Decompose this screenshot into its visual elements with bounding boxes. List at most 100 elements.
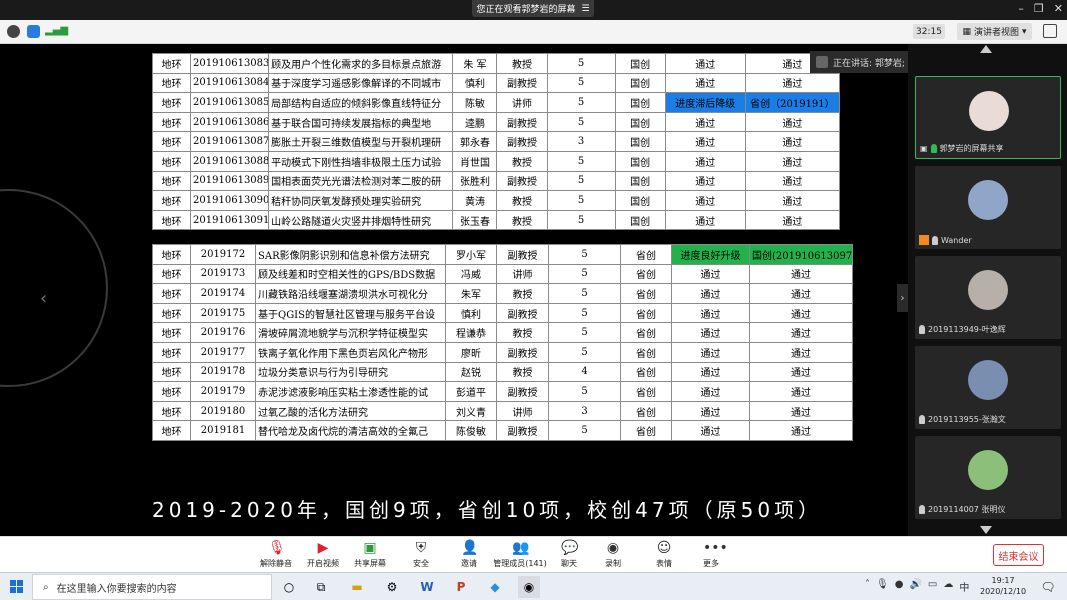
chevron-left-icon[interactable]: ‹	[40, 288, 47, 309]
restore-icon[interactable]: ❐	[1034, 2, 1044, 15]
task-view-icon[interactable]: ⧉	[310, 576, 332, 598]
table-cell: 2019175	[190, 302, 256, 324]
participant-name: 郭梦岩的屏幕共享	[939, 144, 1004, 153]
scroll-down-icon[interactable]	[980, 526, 992, 534]
shield-icon: ⛨	[415, 540, 427, 556]
scroll-up-icon[interactable]	[980, 45, 992, 53]
table-cell: 地环	[152, 302, 191, 324]
table-cell: 国相表面荧光光谱法检测对苯二胺的研	[268, 170, 454, 192]
invite-button[interactable]: 👤 邀请	[447, 540, 491, 569]
project-table-provincial: 地环 2019172 SAR影像阴影识别和信息补偿方法研究 罗小军 副教授 5 省创 进度良好…	[152, 244, 853, 441]
mic-muted-icon	[919, 325, 925, 334]
table-cell: 国创	[614, 209, 666, 231]
mic-muted-icon: 🎙	[268, 540, 286, 556]
ime-indicator[interactable]: 中	[959, 579, 969, 594]
chevron-up-icon[interactable]: ˄	[865, 579, 870, 594]
participant-tile[interactable]: 2019114007 张明仪	[915, 436, 1061, 519]
table-row: 地环 2019175 基于QGIS的智慧社区管理与服务平台设 慎利 副教授 5 省创 通过 通过	[152, 302, 853, 324]
word-icon[interactable]: W	[416, 576, 438, 598]
manage-participants-button[interactable]: 👥 管理成员(141)	[490, 540, 550, 569]
table-cell: 垃圾分类意识与行为引导研究	[255, 361, 446, 383]
table-cell: 铁离子氧化作用下黑色页岩风化产物形	[255, 341, 446, 363]
app-tray-icon[interactable]: ●	[895, 579, 904, 594]
table-cell: 地环	[152, 361, 191, 383]
table-cell: 201910613083	[190, 53, 270, 74]
info-icon[interactable]	[7, 25, 20, 38]
mic-icon[interactable]: 🎙	[876, 579, 889, 594]
table-row: 地环 201910613088 平动模式下刚性挡墙非极限土压力试验 肖世国 教授 5 国创通…	[151, 150, 841, 172]
table-cell: 张胜利	[452, 170, 498, 192]
share-screen-button[interactable]: ▣ 共享屏幕	[348, 540, 392, 569]
table-cell: 5	[548, 263, 621, 285]
table-cell: 彭道平	[445, 381, 497, 402]
file-explorer-icon[interactable]: ▬	[346, 576, 368, 598]
table-cell: 赵锐	[445, 361, 497, 383]
mute-button[interactable]: 🎙 解除静音	[254, 540, 298, 569]
notification-icon[interactable]: 🗨	[1037, 576, 1059, 598]
participant-tile[interactable]: 2019113955-张瀚文	[915, 346, 1061, 429]
chevron-right-icon[interactable]: ›	[897, 284, 908, 312]
taskbar-search[interactable]: ⌕ 在这里输入你要搜索的内容	[32, 574, 272, 600]
chat-button[interactable]: 💬 聊天	[547, 540, 591, 569]
table-cell: 黄涛	[452, 190, 498, 211]
volume-icon[interactable]: 🔊	[909, 579, 921, 594]
table-cell: 地环	[152, 381, 191, 402]
active-app-icon[interactable]: ◉	[518, 576, 540, 598]
security-button[interactable]: ⛨ 安全	[399, 540, 443, 569]
screen-share-banner[interactable]: 您正在观看郭梦岩的屏幕 ☰	[472, 0, 594, 17]
signal-icon[interactable]: ▂▄▆	[45, 25, 68, 38]
powerpoint-icon[interactable]: P	[450, 576, 472, 598]
close-icon[interactable]: ✕	[1054, 2, 1063, 15]
menu-icon: ☰	[581, 3, 590, 14]
participant-tile[interactable]: 2019113949-叶逸辉	[915, 256, 1061, 339]
table-cell: 2019180	[190, 400, 256, 422]
invite-icon: 👤	[461, 540, 479, 556]
table-cell: 逵鹏	[452, 111, 498, 133]
table-row: 地环 2019177 铁离子氧化作用下黑色页岩风化产物形 廖昕 副教授 5 省创 通过 通过	[152, 341, 853, 363]
video-button[interactable]: ▶ 开启视频	[301, 540, 345, 569]
table-row: 地环 201910613089 国相表面荧光光谱法检测对苯二胺的研 张胜利 副教授 5 国创…	[151, 170, 841, 192]
table-cell: 201910613087	[190, 131, 270, 152]
network-icon[interactable]: ☁	[943, 579, 953, 594]
participant-tile[interactable]: Wander	[915, 166, 1061, 249]
table-cell: 秸秆协同厌氧发酵预处理实验研究	[268, 190, 454, 211]
table-cell: 国创	[614, 150, 666, 172]
share-screen-icon: ▣	[363, 540, 377, 556]
grid-icon: ▦	[962, 26, 971, 37]
table-cell: 国创	[614, 53, 666, 74]
table-cell: 滑坡碎屑流地貌学与沉积学特征模型实	[255, 322, 446, 343]
table-cell: 4	[548, 361, 621, 383]
user-icon	[919, 235, 929, 245]
table-cell: 地环	[152, 244, 191, 265]
taskbar-clock[interactable]: 19:17 2020/12/10	[980, 575, 1026, 597]
settings-icon[interactable]: ⚙	[381, 576, 403, 598]
participant-tile[interactable]: ▣ 郭梦岩的屏幕共享	[915, 76, 1061, 159]
more-button[interactable]: ••• 更多	[689, 540, 733, 569]
table-cell: 5	[546, 92, 616, 113]
end-meeting-button[interactable]: 结束会议	[993, 544, 1044, 566]
table-cell: 201910613090	[190, 190, 270, 211]
table-cell: 教授	[496, 53, 548, 74]
table-cell: 基于QGIS的智慧社区管理与服务平台设	[255, 302, 446, 324]
table-cell: 教授	[496, 283, 549, 304]
table-cell: 省创	[620, 263, 672, 285]
cortana-icon[interactable]: ○	[278, 576, 300, 598]
emoji-button[interactable]: ☺ 表情	[642, 540, 686, 569]
view-mode-button[interactable]: ▦ 演讲者视图 ▾	[957, 23, 1032, 40]
record-button[interactable]: ◉ 录制	[591, 540, 635, 569]
shield-check-icon[interactable]	[27, 25, 40, 38]
windows-start-icon[interactable]	[10, 580, 23, 593]
battery-icon[interactable]: ▭	[928, 579, 937, 594]
window-titlebar: 您正在观看郭梦岩的屏幕 ☰ – ❐ ✕	[0, 0, 1067, 20]
table-cell: 冯威	[445, 263, 497, 285]
fullscreen-icon[interactable]	[1043, 24, 1057, 38]
table-cell: 通过	[664, 170, 746, 192]
search-placeholder: 在这里输入你要搜索的内容	[56, 583, 177, 595]
table-cell: 省创（2019191）	[744, 92, 841, 113]
meeting-app-icon[interactable]: ◆	[484, 576, 506, 598]
table-cell: 国创	[614, 111, 666, 133]
table-cell: 山岭公路隧道火灾竖井排烟特性研究	[268, 209, 454, 231]
table-cell: 地环	[151, 92, 192, 113]
minimize-icon[interactable]: –	[1018, 2, 1024, 15]
table-cell: 2019177	[190, 341, 256, 363]
